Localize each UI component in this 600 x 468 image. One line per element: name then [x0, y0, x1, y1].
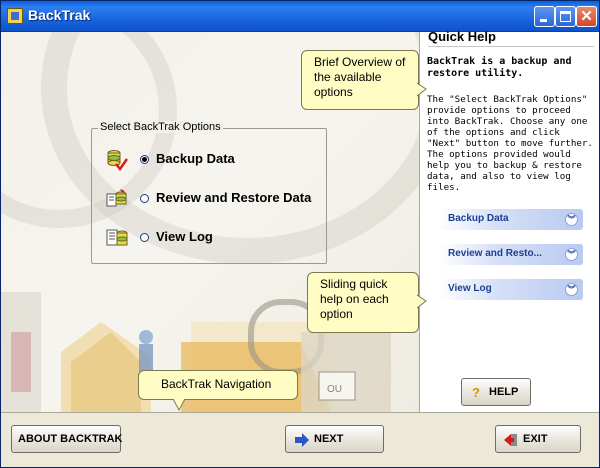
close-button[interactable]: ✕: [576, 6, 597, 27]
question-mark-icon: ?: [472, 385, 480, 400]
view-log-icon: [106, 229, 128, 246]
radio-backup-data[interactable]: [140, 155, 149, 164]
slider-backup-data[interactable]: Backup Data ︾: [438, 209, 583, 230]
chevron-down-icon[interactable]: ︾: [565, 248, 578, 261]
backtrak-window: BackTrak ✕ OU Select BackTrak Options Ba…: [0, 0, 600, 468]
tooltip-sliding-text: Sliding quick help on each option: [320, 277, 389, 321]
chevron-down-icon[interactable]: ︾: [565, 283, 578, 296]
slider-label: View Log: [448, 283, 492, 294]
app-icon: [7, 8, 23, 24]
exit-button-label: EXIT: [523, 433, 548, 445]
options-group-legend: Select BackTrak Options: [98, 121, 223, 133]
quick-help-panel: Quick Help BackTrak is a backup and rest…: [421, 29, 599, 412]
tooltip-overview: Brief Overview of the available options: [301, 50, 419, 110]
slider-view-log[interactable]: View Log ︾: [438, 279, 583, 300]
quick-help-body: The "Select BackTrak Options" provide op…: [427, 94, 593, 193]
tooltip-navigation: BackTrak Navigation: [138, 370, 298, 400]
tooltip-sliding-help: Sliding quick help on each option: [307, 272, 419, 333]
exit-button[interactable]: EXIT: [495, 425, 581, 453]
maximize-button[interactable]: [555, 6, 576, 27]
option-label: View Log: [156, 229, 213, 244]
option-label: Backup Data: [156, 151, 235, 166]
slider-label: Review and Resto...: [448, 248, 542, 259]
minimize-icon: [535, 7, 554, 26]
help-button[interactable]: ? HELP: [461, 378, 531, 406]
help-button-label: HELP: [489, 386, 519, 398]
option-view-log[interactable]: View Log: [102, 225, 322, 251]
option-backup-data[interactable]: Backup Data: [102, 147, 322, 173]
close-icon: ✕: [580, 8, 593, 25]
database-check-icon: [107, 150, 128, 171]
arrow-right-icon: [295, 433, 309, 447]
title-bar[interactable]: BackTrak ✕: [1, 1, 599, 32]
slider-review-restore[interactable]: Review and Resto... ︾: [438, 244, 583, 265]
maximize-icon: [556, 7, 575, 26]
about-backtrak-button[interactable]: ABOUT BACKTRAK: [11, 425, 123, 453]
slider-label: Backup Data: [448, 213, 509, 224]
tooltip-overview-text: Brief Overview of the available options: [314, 55, 406, 99]
main-panel: OU Select BackTrak Options Backup Data R…: [1, 32, 419, 412]
option-review-restore[interactable]: Review and Restore Data: [102, 186, 322, 212]
quick-help-heading: BackTrak is a backup and restore utility…: [427, 56, 572, 79]
tooltip-navigation-tail: [173, 399, 186, 411]
quick-help-title: Quick Help: [428, 29, 496, 44]
tooltip-sliding-tail: [417, 295, 427, 309]
next-button[interactable]: NEXT: [285, 425, 384, 453]
option-label: Review and Restore Data: [156, 190, 312, 205]
window-title: BackTrak: [28, 7, 91, 23]
minimize-button[interactable]: [534, 6, 555, 27]
tooltip-navigation-text: BackTrak Navigation: [161, 377, 272, 391]
review-restore-icon: [106, 189, 127, 207]
options-group: Select BackTrak Options Backup Data Revi…: [91, 121, 327, 264]
svg-text:OU: OU: [327, 384, 342, 395]
radio-view-log[interactable]: [140, 233, 149, 242]
radio-review-restore[interactable]: [140, 194, 149, 203]
next-button-label: NEXT: [314, 433, 344, 445]
quick-help-divider: [428, 46, 594, 47]
exit-icon: [504, 434, 517, 446]
about-button-label: ABOUT BACKTRAK: [18, 433, 123, 445]
tooltip-overview-tail: [417, 83, 427, 97]
chevron-down-icon[interactable]: ︾: [565, 213, 578, 226]
